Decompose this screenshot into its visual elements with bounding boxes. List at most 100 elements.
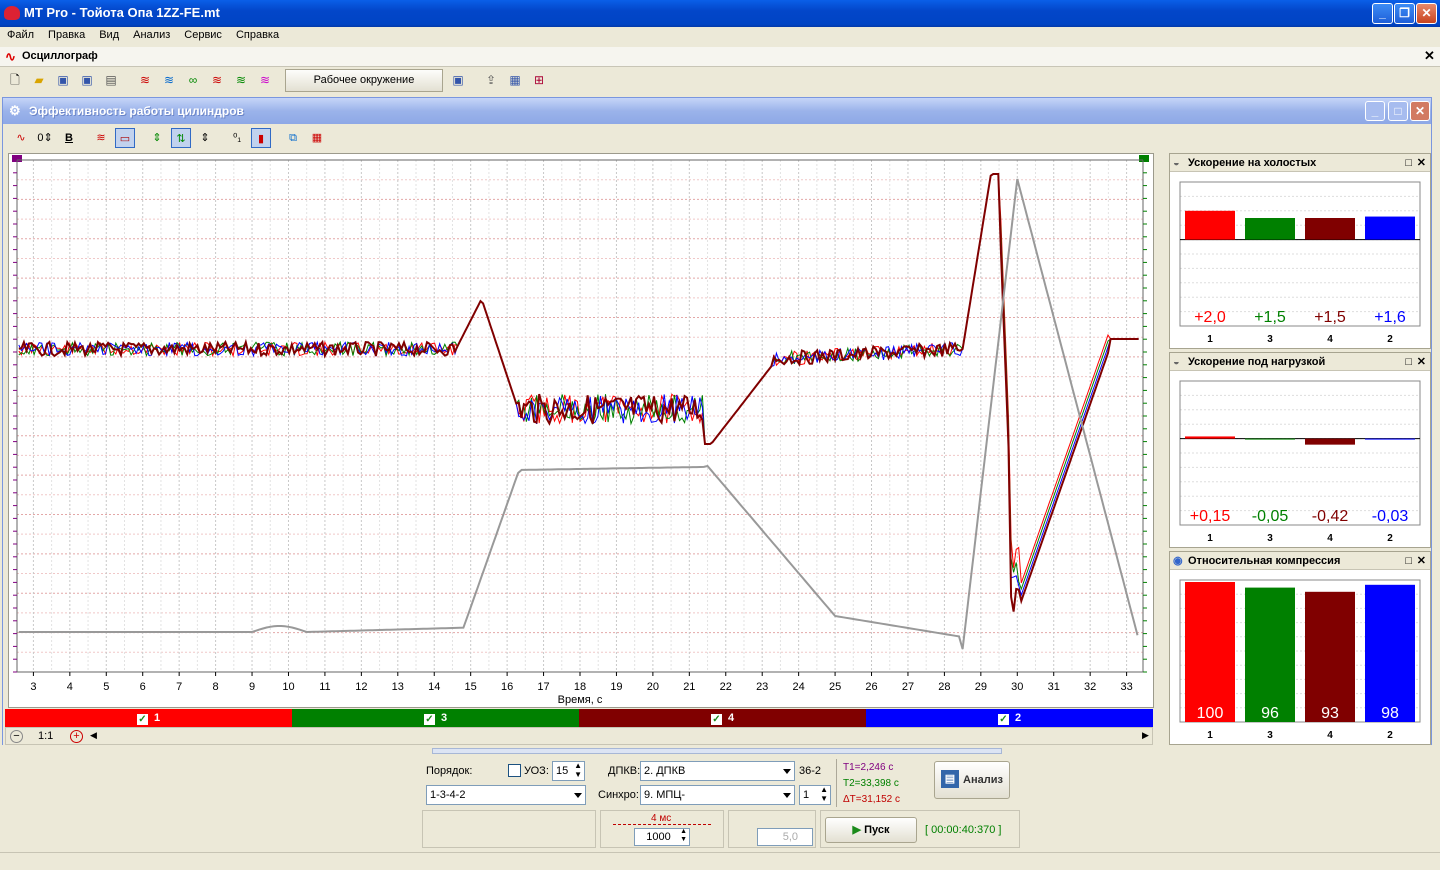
menu-item-3[interactable]: Анализ (126, 27, 177, 41)
bold-icon[interactable]: B (59, 128, 79, 148)
channels-icon[interactable]: ≋ (91, 128, 111, 148)
sync-number-spinner[interactable]: 1 ▲ ▼ (799, 785, 831, 805)
app-title-bar: MT Pro - Тойота Опа 1ZZ-FE.mt _ ❐ ✕ (0, 0, 1440, 27)
menu-item-2[interactable]: Вид (92, 27, 126, 41)
legend-item-cyl-4[interactable]: ✓ 4 (579, 709, 866, 727)
panel-bar-1 (1185, 582, 1235, 722)
work-environment-button[interactable]: Рабочее окружение (285, 69, 443, 92)
panel-value-label: +1,5 (1314, 309, 1346, 326)
vertical-fit-icon[interactable]: ⇕ (147, 128, 167, 148)
table-icon[interactable]: ▦ (307, 128, 327, 148)
oscilloscope-close-icon[interactable]: ✕ (1424, 48, 1435, 64)
wave-tool-6-icon[interactable]: ≋ (256, 71, 274, 89)
copy-icon[interactable]: ⧉ (283, 128, 303, 148)
wave-tool-3-icon[interactable]: ∞ (184, 71, 202, 89)
sync-value: 9. МПЦ- (644, 789, 686, 801)
print-icon[interactable]: ▤ (102, 71, 120, 89)
idle-acceleration-chart: +2,0 1 +1,5 3 +1,5 4 +1,6 2 (1179, 181, 1421, 345)
play-icon: ▶ (852, 824, 862, 836)
cursor-icon[interactable]: ⇅ (171, 128, 191, 148)
wave-tool-4-icon[interactable]: ≋ (208, 71, 226, 89)
zero-adjust-icon[interactable]: 0⇕ (35, 128, 55, 148)
chevron-down-icon[interactable] (783, 769, 791, 774)
panel-close-icon[interactable]: ✕ (1417, 154, 1426, 172)
splitter[interactable] (432, 748, 1002, 754)
restore-button[interactable]: ❐ (1394, 3, 1415, 24)
checkbox-icon[interactable]: ✓ (710, 714, 722, 725)
zoom-level[interactable]: 1:1 (38, 730, 53, 742)
panel-close-icon[interactable]: ✕ (1417, 552, 1426, 570)
env-save-icon[interactable]: ▣ (449, 71, 467, 89)
analyze-button[interactable]: ▤ Анализ (934, 761, 1010, 799)
spin-icon[interactable]: ▲ ▼ (820, 785, 828, 803)
bar-view-icon[interactable]: ▮ (251, 128, 271, 148)
menu-item-1[interactable]: Правка (41, 27, 92, 41)
order-select[interactable]: 1-3-4-2 (426, 785, 586, 805)
uoz-spinner[interactable]: 15 ▲ ▼ (552, 761, 585, 781)
chevron-down-icon[interactable] (574, 793, 582, 798)
minimize-button[interactable]: _ (1372, 3, 1393, 24)
dpkv-label: ДПКВ: (608, 765, 641, 777)
panel-value-label: 98 (1381, 705, 1399, 722)
checkbox-icon[interactable]: ✓ (136, 714, 148, 725)
menu-item-0[interactable]: Файл (0, 27, 41, 41)
layout-icon[interactable]: ▦ (506, 71, 524, 89)
wave-tool-2-icon[interactable]: ≋ (160, 71, 178, 89)
scroll-left-icon[interactable]: ◀ (90, 730, 97, 741)
legend-label: 1 (153, 712, 161, 724)
display-mode-icon[interactable]: ▭ (115, 128, 135, 148)
new-file-icon[interactable]: 🗋 (6, 71, 24, 89)
sync-select[interactable]: 9. МПЦ- (640, 785, 795, 805)
x-tick-label: 6 (140, 681, 146, 693)
save-as-icon[interactable]: ▣ (78, 71, 96, 89)
legend-item-cyl-2[interactable]: ✓ 2 (866, 709, 1153, 727)
inner-close-button[interactable]: ✕ (1410, 101, 1430, 121)
load-acceleration-title: Ускорение под нагрузкой (1188, 356, 1326, 368)
oscillogram-svg: 3 4 5 6 7 8 9 10 11 12 13 14 15 16 17 18 19 20 21 22 23 24 25 2… (12, 155, 1149, 706)
chevron-down-icon[interactable] (783, 793, 791, 798)
legend-item-cyl-1[interactable]: ✓ 1 (5, 709, 292, 727)
panel-bar-2 (1365, 584, 1415, 722)
panel-category-label: 3 (1267, 533, 1273, 544)
zoom-in-icon[interactable]: + (70, 730, 83, 743)
panel-bar-4 (1305, 218, 1355, 240)
menu-item-5[interactable]: Справка (229, 27, 286, 41)
spin-icon[interactable]: ▲ ▼ (574, 761, 582, 779)
menu-item-4[interactable]: Сервис (177, 27, 229, 41)
close-button[interactable]: ✕ (1416, 3, 1437, 24)
x-tick-label: 25 (829, 681, 841, 693)
compression-panel: ◉ Относительная компрессия □ ✕ 100 1 96 3 93 4 98… (1169, 551, 1431, 745)
panel-maximize-icon[interactable]: □ (1405, 552, 1412, 570)
panel-maximize-icon[interactable]: □ (1405, 353, 1412, 371)
zoom-out-icon[interactable]: − (10, 730, 23, 743)
samples-spinner[interactable]: 1000 ▲ ▼ (634, 828, 690, 846)
spin-icon[interactable]: ▲ ▼ (680, 828, 687, 844)
signal-icon[interactable]: ∿ (11, 128, 31, 148)
main-toolbar: 🗋 ▰ ▣ ▣ ▤ ≋ ≋ ∞ ≋ ≋ ≋ Рабочее окружение … (0, 67, 1440, 93)
panel-category-label: 1 (1207, 533, 1213, 544)
checkbox-icon[interactable]: ✓ (423, 714, 435, 725)
panel-close-icon[interactable]: ✕ (1417, 353, 1426, 371)
level-value: 5,0 (782, 831, 798, 843)
level-spinner[interactable]: 5,0 (757, 828, 813, 846)
x-tick-label: 12 (355, 681, 367, 693)
panel-maximize-icon[interactable]: □ (1405, 154, 1412, 172)
x-tick-label: 20 (647, 681, 659, 693)
scroll-right-icon[interactable]: ▶ (1142, 730, 1149, 741)
inner-maximize-button[interactable]: □ (1388, 101, 1408, 121)
uoz-checkbox[interactable] (508, 764, 521, 777)
wave-tool-5-icon[interactable]: ≋ (232, 71, 250, 89)
export-icon[interactable]: ⇪ (482, 71, 500, 89)
split-icon[interactable]: ⊞ (530, 71, 548, 89)
scale-icon[interactable]: ⇕ (195, 128, 215, 148)
dpkv-select[interactable]: 2. ДПКВ (640, 761, 795, 781)
wave-tool-1-icon[interactable]: ≋ (136, 71, 154, 89)
checkbox-icon[interactable]: ✓ (997, 714, 1009, 725)
save-icon[interactable]: ▣ (54, 71, 72, 89)
oscillogram-chart[interactable]: 3 4 5 6 7 8 9 10 11 12 13 14 15 16 17 18 19 20 21 22 23 24 25 2… (8, 153, 1154, 708)
inner-minimize-button[interactable]: _ (1365, 101, 1385, 121)
numbering-icon[interactable]: ⁰₁ (227, 128, 247, 148)
start-button[interactable]: ▶ Пуск (825, 817, 917, 843)
open-folder-icon[interactable]: ▰ (30, 71, 48, 89)
legend-item-cyl-3[interactable]: ✓ 3 (292, 709, 579, 727)
